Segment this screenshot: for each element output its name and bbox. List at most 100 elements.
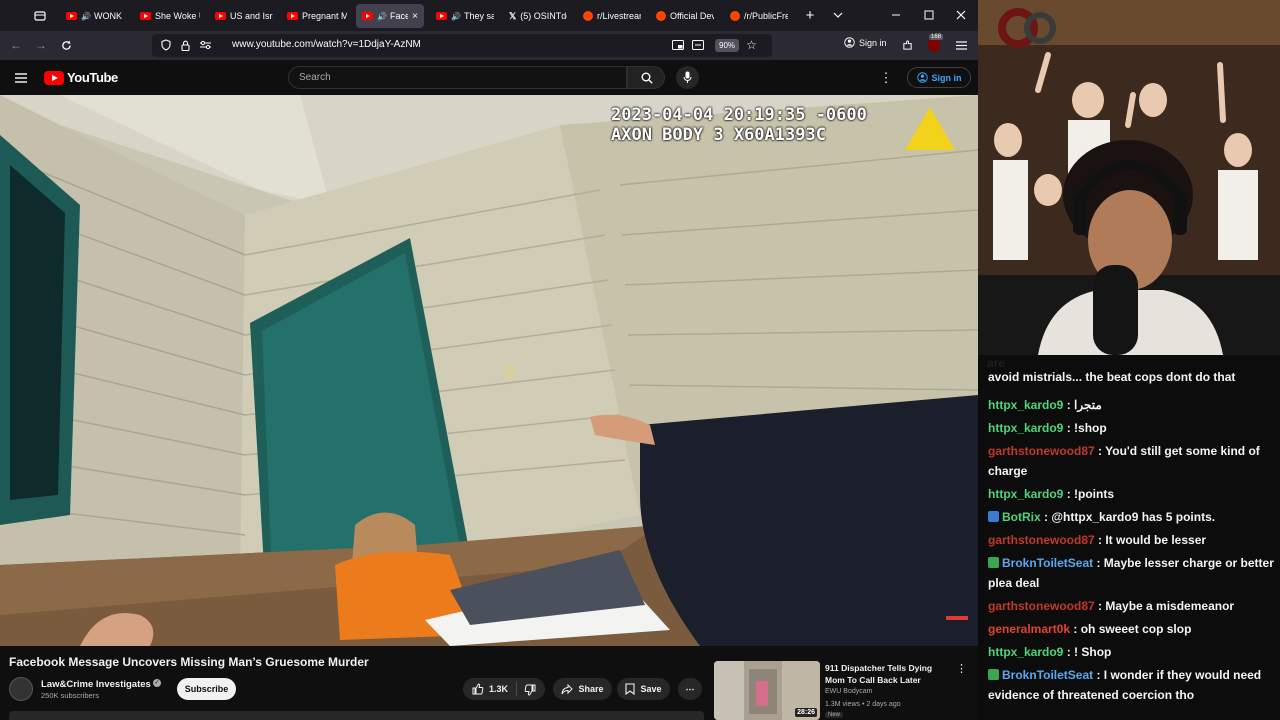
chat-message: httpx_kardo9 : ! Shop <box>988 642 1278 662</box>
speaker-icon[interactable]: 🔊 <box>377 12 387 21</box>
zoom-level-badge[interactable]: 90% <box>715 39 740 52</box>
tab-overview-icon[interactable] <box>33 9 47 23</box>
list-tabs-icon[interactable] <box>832 9 844 21</box>
chat-username[interactable]: BotRix <box>1002 510 1041 524</box>
chat-username[interactable]: generalmart0k <box>988 622 1070 636</box>
extensions-icon[interactable] <box>901 39 914 52</box>
reddit-favicon-icon <box>730 11 740 21</box>
youtube-play-icon <box>44 70 64 85</box>
account-signin-button[interactable]: Sign in <box>844 37 887 48</box>
browser-tab[interactable]: Official Dev <box>650 4 720 28</box>
picture-in-picture-icon[interactable] <box>672 39 684 51</box>
x-favicon-icon: 𝕏 <box>509 10 517 21</box>
reader-view-icon[interactable] <box>692 39 704 51</box>
channel-name[interactable]: Law&Crime Investigates <box>41 679 151 690</box>
search-input[interactable]: Search <box>288 66 627 89</box>
browser-tab[interactable]: She Woke U <box>134 4 206 28</box>
youtube-favicon-icon <box>287 12 298 20</box>
bookmark-star-icon[interactable]: ☆ <box>745 38 758 52</box>
like-count: 1.3K <box>489 684 509 694</box>
reload-icon[interactable] <box>59 38 73 52</box>
tab-label: r/Livestrean <box>597 11 641 21</box>
browser-tab[interactable]: US and Isra <box>209 4 279 28</box>
browser-tab[interactable]: 🔊 They sa <box>430 4 500 28</box>
ublock-count-badge: 168 <box>929 34 944 40</box>
permissions-icon[interactable] <box>198 39 212 51</box>
recommended-duration: 28:26 <box>795 708 817 717</box>
navigation-toolbar: ← → www.youtube.com/watch?v=1DdjaY-AzNM … <box>0 31 978 60</box>
browser-tab[interactable]: 🔊 WONK <box>60 4 132 28</box>
close-window-icon[interactable] <box>955 9 967 21</box>
dislike-button[interactable] <box>522 682 538 698</box>
reddit-favicon-icon <box>656 11 666 21</box>
url-bar[interactable]: www.youtube.com/watch?v=1DdjaY-AzNM 90% … <box>152 34 772 57</box>
youtube-logo[interactable]: YouTube <box>44 70 118 85</box>
chat-message: avoid mistrials... the beat cops dont do… <box>988 367 1278 387</box>
shield-icon[interactable] <box>160 39 172 51</box>
verified-badge-icon: ✓ <box>153 679 161 687</box>
youtube-signin-label: Sign in <box>931 72 962 83</box>
user-circle-icon <box>916 72 928 83</box>
minimize-icon[interactable] <box>890 9 902 21</box>
chat-message: generalmart0k : oh sweeet cop slop <box>988 619 1278 639</box>
subscribe-button[interactable]: Subscribe <box>177 678 236 700</box>
recommended-meta: 1.3M views • 2 days ago <box>825 701 901 708</box>
more-actions-button[interactable]: ⋯ <box>678 678 702 700</box>
chat-username[interactable]: garthstonewood87 <box>988 444 1095 458</box>
chat-message: garthstonewood87 : It would be lesser <box>988 530 1278 550</box>
browser-tab[interactable]: Pregnant M <box>281 4 353 28</box>
maximize-icon[interactable] <box>923 9 935 21</box>
subscriber-count: 250K subscribers <box>41 691 99 700</box>
video-player[interactable]: 2023-04-04 20:19:35 -0600 AXON BODY 3 X6… <box>0 95 978 646</box>
bodycam-overlay: 2023-04-04 20:19:35 -0600 AXON BODY 3 X6… <box>611 105 867 145</box>
reddit-favicon-icon <box>583 11 593 21</box>
app-menu-icon[interactable] <box>955 39 967 51</box>
search-icon <box>641 72 653 84</box>
browser-tab[interactable]: 𝕏 (5) OSINTde <box>503 4 573 28</box>
chat-badge-icon <box>988 511 999 522</box>
speaker-icon[interactable]: 🔊 <box>81 12 91 21</box>
tab-bar: 🔊WONKShe Woke U US and Isra Pregnant M🔊Fac… <box>0 0 978 31</box>
chat-username[interactable]: httpx_kardo9 <box>988 398 1063 412</box>
search-button[interactable] <box>627 66 665 89</box>
youtube-signin-button[interactable]: Sign in <box>907 67 971 88</box>
guide-menu-icon[interactable] <box>14 71 28 85</box>
chat-message: BotRix : @httpx_kardo9 has 5 points. <box>988 507 1278 527</box>
chat-panel: avoid mistrials... the beat cops dont do… <box>978 355 1280 720</box>
settings-more-icon[interactable]: ⋮ <box>880 70 893 85</box>
chat-username[interactable]: httpx_kardo9 <box>988 421 1063 435</box>
forward-arrow-icon[interactable]: → <box>34 38 48 52</box>
chat-username[interactable]: garthstonewood87 <box>988 599 1095 613</box>
tab-label: Official Dev <box>670 11 714 21</box>
close-tab-icon[interactable]: × <box>412 11 418 22</box>
browser-tab[interactable]: 🔊 Face × <box>356 4 424 28</box>
voice-search-button[interactable] <box>676 66 699 89</box>
chat-username[interactable]: httpx_kardo9 <box>988 645 1063 659</box>
recommended-more-icon[interactable]: ⋮ <box>956 662 967 675</box>
chat-message: BroknToiletSeat : Maybe lesser charge or… <box>988 553 1278 593</box>
browser-tab[interactable]: r/Livestrean <box>577 4 647 28</box>
chat-username[interactable]: garthstonewood87 <box>988 533 1095 547</box>
like-divider <box>516 682 517 696</box>
youtube-header: YouTube Search ⋮ Sign in <box>0 60 978 95</box>
youtube-favicon-icon <box>362 12 373 20</box>
tab-label: US and Isra <box>230 11 273 21</box>
recommended-channel[interactable]: EWU Bodycam <box>825 688 872 695</box>
chat-username[interactable]: BroknToiletSeat <box>1002 556 1093 570</box>
video-frame <box>0 95 978 646</box>
channel-avatar[interactable] <box>9 677 33 701</box>
new-tab-icon[interactable]: + <box>803 7 817 24</box>
recommended-thumbnail[interactable]: 28:26 <box>714 661 820 720</box>
browser-tab[interactable]: /r/PublicFre <box>724 4 794 28</box>
url-text[interactable]: www.youtube.com/watch?v=1DdjaY-AzNM <box>232 39 421 50</box>
speaker-icon[interactable]: 🔊 <box>451 12 461 21</box>
recommended-title[interactable]: 911 Dispatcher Tells Dying Mom To Call B… <box>825 662 945 686</box>
lock-icon[interactable] <box>179 39 191 51</box>
back-arrow-icon[interactable]: ← <box>9 38 23 52</box>
chat-message: httpx_kardo9 : متجرا <box>988 395 1278 415</box>
bodycam-device-id: AXON BODY 3 X60A1393C <box>611 125 826 145</box>
chat-username[interactable]: httpx_kardo9 <box>988 487 1063 501</box>
chat-username[interactable]: BroknToiletSeat <box>1002 668 1093 682</box>
share-button[interactable]: Share <box>553 678 612 700</box>
save-button[interactable]: Save <box>617 678 670 700</box>
